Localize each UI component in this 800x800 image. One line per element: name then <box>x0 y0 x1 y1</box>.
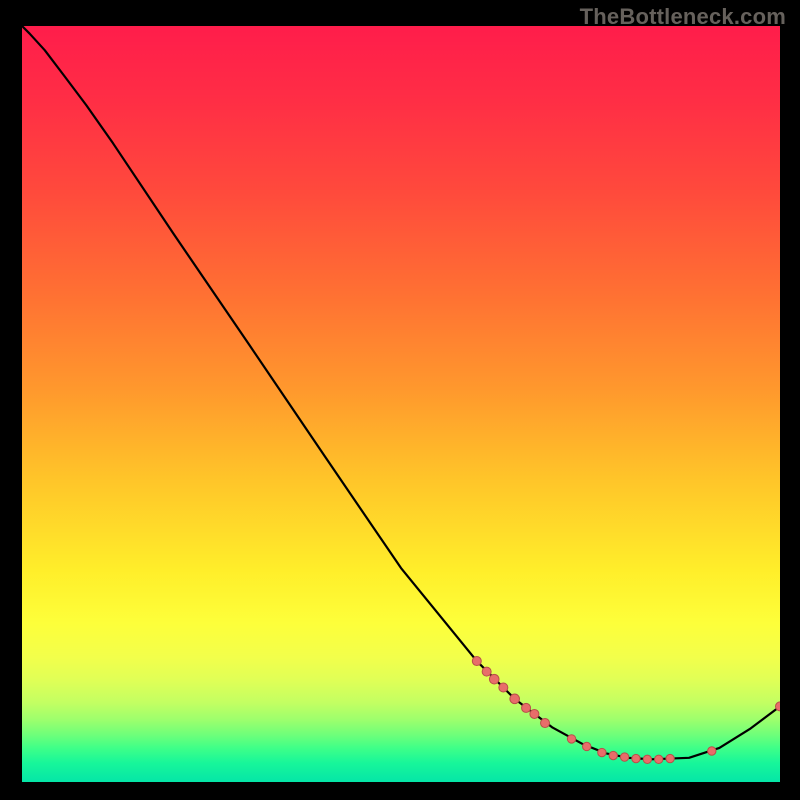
data-marker <box>598 748 606 756</box>
data-marker <box>643 755 651 763</box>
data-marker <box>609 751 617 759</box>
data-marker <box>522 703 531 712</box>
data-marker <box>530 709 539 718</box>
data-marker <box>708 747 716 755</box>
plot-area <box>22 26 780 782</box>
data-marker <box>776 702 781 711</box>
data-marker <box>620 753 628 761</box>
data-marker <box>489 674 499 684</box>
data-marker <box>472 657 481 666</box>
data-marker <box>666 754 674 762</box>
data-marker <box>510 694 520 704</box>
data-marker <box>499 683 508 692</box>
chart-svg <box>22 26 780 782</box>
chart-container: TheBottleneck.com <box>0 0 800 800</box>
data-marker <box>567 735 575 743</box>
gradient-background <box>22 26 780 782</box>
data-marker <box>482 667 491 676</box>
data-marker <box>632 754 640 762</box>
data-marker <box>541 719 550 728</box>
data-marker <box>655 755 663 763</box>
data-marker <box>583 742 591 750</box>
